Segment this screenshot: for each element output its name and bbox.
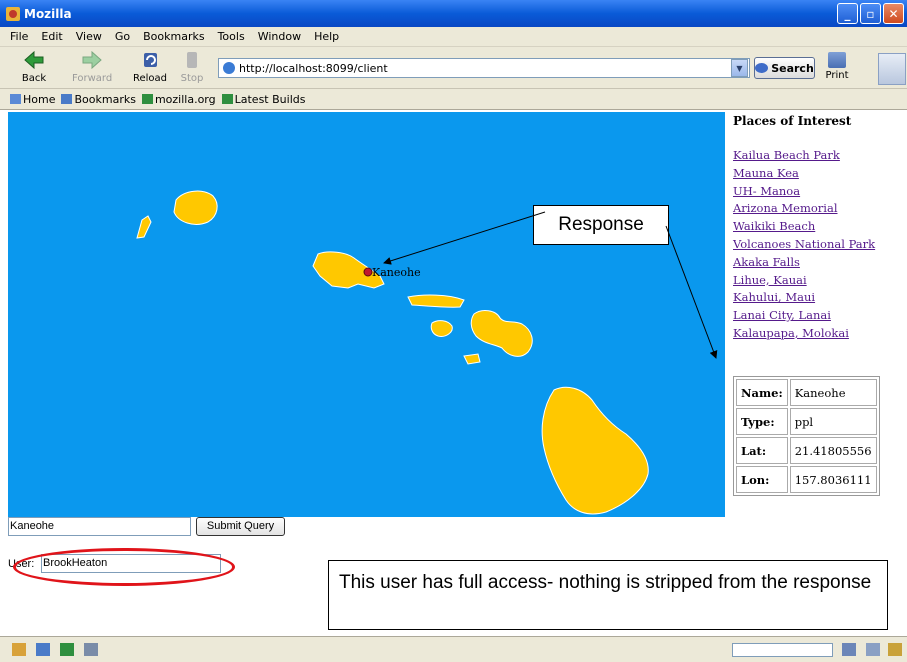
print-button[interactable]: Print — [822, 51, 852, 87]
back-arrow-icon — [24, 50, 44, 70]
url-dropdown-button[interactable]: ▼ — [731, 59, 748, 77]
bookmark-icon — [221, 94, 233, 104]
poi-link[interactable]: Kailua Beach Park — [733, 147, 907, 165]
poi-link[interactable]: Mauna Kea — [733, 165, 907, 183]
forward-label: Forward — [72, 73, 113, 84]
mail-icon[interactable] — [36, 643, 50, 656]
throbber-icon[interactable] — [878, 53, 906, 85]
url-text: http://localhost:8099/client — [239, 61, 388, 75]
composer-icon[interactable] — [60, 643, 74, 656]
island-maui — [470, 310, 533, 357]
poi-link[interactable]: Kahului, Maui — [733, 289, 907, 307]
menu-tools[interactable]: Tools — [218, 30, 245, 43]
table-row: Type: ppl — [736, 408, 877, 435]
security-lock-icon[interactable] — [888, 643, 902, 656]
popup-icon — [866, 643, 880, 656]
island-kauai — [173, 190, 218, 225]
poi-link[interactable]: Waikiki Beach — [733, 218, 907, 236]
table-row: Name: Kaneohe — [736, 379, 877, 406]
poi-link[interactable]: UH- Manoa — [733, 183, 907, 201]
bookmark-bookmarks[interactable]: Bookmarks — [61, 93, 136, 106]
place-details-table: Name: Kaneohe Type: ppl Lat: 21.41805556 Lo… — [733, 376, 880, 496]
island-lanai — [430, 320, 453, 337]
menu-bookmarks[interactable]: Bookmarks — [143, 30, 204, 43]
search-label: Search — [771, 61, 814, 75]
table-row: Lat: 21.41805556 — [736, 437, 877, 464]
site-icon — [223, 62, 235, 74]
reload-icon — [144, 53, 157, 67]
maximize-button[interactable]: ▫ — [860, 3, 881, 24]
menu-window[interactable]: Window — [258, 30, 301, 43]
bookmark-icon — [141, 94, 153, 104]
home-icon — [10, 94, 21, 104]
island-niihau — [136, 215, 152, 239]
poi-link[interactable]: Volcanoes National Park — [733, 236, 907, 254]
window-title: Mozilla — [24, 6, 72, 21]
stop-button[interactable]: Stop — [172, 49, 212, 87]
menu-help[interactable]: Help — [314, 30, 339, 43]
progress-bar — [732, 643, 833, 657]
navigator-icon[interactable] — [12, 643, 26, 656]
map-canvas: Kaneohe — [136, 190, 649, 515]
menu-go[interactable]: Go — [115, 30, 130, 43]
minimize-button[interactable]: _ — [837, 3, 858, 24]
bookmarks-icon — [61, 94, 73, 104]
access-note-callout: This user has full access- nothing is st… — [328, 560, 888, 630]
submit-query-button[interactable]: Submit Query — [196, 517, 285, 536]
table-row: Lon: 157.8036111 — [736, 466, 877, 493]
address-book-icon[interactable] — [84, 643, 98, 656]
poi-link[interactable]: Akaka Falls — [733, 254, 907, 272]
bookmark-latest-builds[interactable]: Latest Builds — [221, 93, 305, 106]
forward-button[interactable]: Forward — [72, 49, 112, 87]
status-bar — [0, 636, 907, 662]
map-marker-label: Kaneohe — [372, 266, 421, 279]
navigation-toolbar: Back Forward Reload Stop http://localhos… — [0, 47, 907, 89]
title-bar: Mozilla _ ▫ ✕ — [0, 0, 907, 27]
highlight-ellipse — [13, 548, 235, 586]
url-field[interactable]: http://localhost:8099/client — [218, 58, 750, 78]
bookmarks-toolbar: Home Bookmarks mozilla.org Latest Builds — [0, 89, 907, 110]
menu-bar: File Edit View Go Bookmarks Tools Window… — [0, 27, 907, 47]
menu-file[interactable]: File — [10, 30, 28, 43]
menu-view[interactable]: View — [76, 30, 102, 43]
print-label: Print — [825, 70, 849, 81]
close-button[interactable]: ✕ — [883, 3, 904, 24]
bookmark-home[interactable]: Home — [10, 93, 55, 106]
forward-arrow-icon — [82, 50, 102, 70]
poi-link[interactable]: Kalaupapa, Molokai — [733, 325, 907, 343]
back-label: Back — [21, 73, 47, 84]
back-button[interactable]: Back — [14, 49, 54, 87]
island-kahoolawe — [463, 353, 481, 365]
printer-icon — [828, 52, 846, 68]
online-status-icon[interactable] — [842, 643, 856, 656]
reload-button[interactable]: Reload — [130, 49, 170, 87]
kaneohe-marker — [363, 267, 373, 277]
poi-link[interactable]: Lanai City, Lanai — [733, 307, 907, 325]
stop-icon — [187, 52, 197, 68]
poi-link[interactable]: Lihue, Kauai — [733, 272, 907, 290]
poi-heading: Places of Interest — [733, 114, 852, 128]
reload-label: Reload — [132, 73, 168, 84]
mozilla-app-icon — [6, 6, 20, 21]
search-icon — [755, 63, 769, 73]
island-hawaii — [541, 386, 649, 515]
poi-link[interactable]: Arizona Memorial — [733, 200, 907, 218]
menu-edit[interactable]: Edit — [41, 30, 62, 43]
place-query-input[interactable]: Kaneohe — [8, 517, 191, 536]
hawaii-map[interactable]: Kaneohe — [8, 112, 725, 517]
island-molokai — [407, 294, 465, 308]
places-of-interest-panel: Places of Interest Kailua Beach Park Mau… — [733, 114, 907, 343]
stop-label: Stop — [180, 73, 204, 84]
response-callout: Response — [533, 205, 669, 245]
bookmark-mozilla-org[interactable]: mozilla.org — [141, 93, 216, 106]
search-button[interactable]: Search — [754, 57, 815, 79]
